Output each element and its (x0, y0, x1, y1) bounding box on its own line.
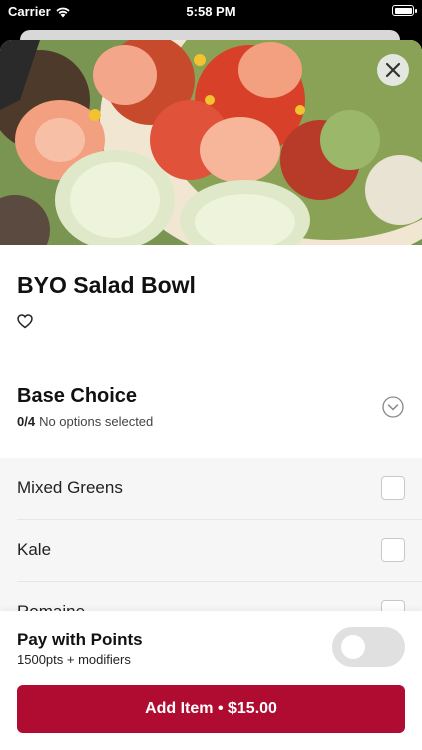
status-bar: Carrier 5:58 PM (0, 0, 422, 24)
add-item-button[interactable]: Add Item • $15.00 (17, 685, 405, 733)
home-indicator-area (0, 742, 422, 750)
checkout-footer: Pay with Points 1500pts + modifiers Add … (0, 611, 422, 750)
pay-with-points-title: Pay with Points (17, 630, 143, 649)
option-row[interactable]: Mixed Greens (0, 458, 422, 520)
selection-count: 0/4 (17, 414, 36, 429)
close-button[interactable] (377, 54, 409, 86)
item-detail-sheet: BYO Salad Bowl Base Choice 0/4 No options… (0, 40, 422, 750)
close-icon (385, 62, 401, 78)
item-photo (0, 40, 422, 245)
option-row[interactable]: Kale (0, 520, 422, 582)
chevron-down-circle-icon (382, 396, 404, 418)
option-checkbox[interactable] (381, 538, 405, 562)
section-expand-button[interactable] (382, 396, 404, 423)
item-title: BYO Salad Bowl (17, 272, 196, 298)
favorite-button[interactable] (17, 314, 33, 334)
clock: 5:58 PM (186, 4, 236, 19)
toggle-knob (341, 635, 365, 659)
option-checkbox[interactable] (381, 476, 405, 500)
pay-with-points-subtitle: 1500pts + modifiers (17, 652, 131, 667)
section-status: 0/4 No options selected (17, 414, 153, 429)
selection-status: No options selected (39, 414, 154, 429)
battery-icon (392, 5, 417, 16)
pay-with-points-toggle[interactable] (332, 627, 405, 667)
section-title: Base Choice (17, 385, 138, 407)
option-label: Kale (17, 540, 52, 559)
option-label: Mixed Greens (17, 478, 123, 497)
heart-icon (17, 314, 33, 329)
